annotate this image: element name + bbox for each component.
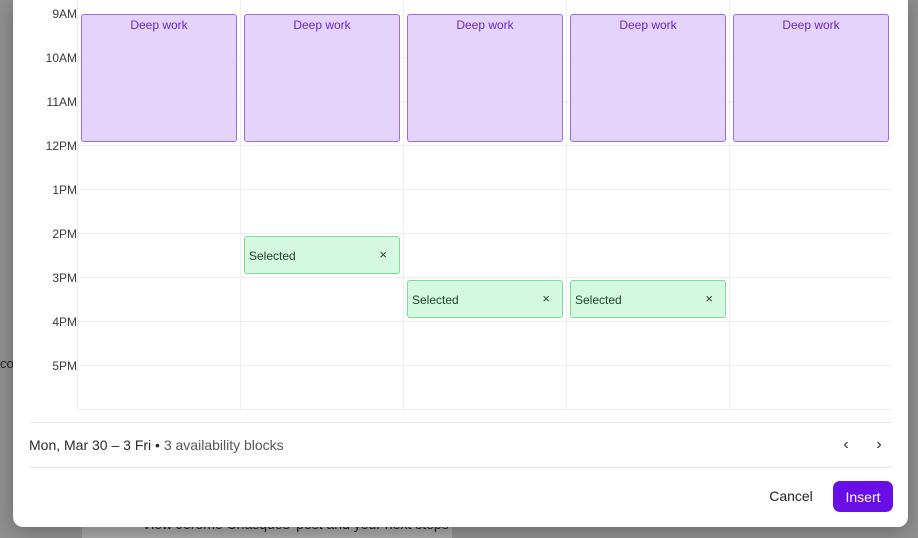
event-title: Deep work: [619, 18, 677, 32]
deep-work-event-tue[interactable]: Deep work: [244, 14, 400, 142]
event-title: Deep work: [456, 18, 514, 32]
selected-label: Selected: [249, 249, 296, 263]
close-icon[interactable]: ×: [542, 291, 550, 306]
deep-work-event-thu[interactable]: Deep work: [570, 14, 726, 142]
close-icon[interactable]: ×: [705, 291, 713, 306]
divider: [29, 422, 892, 423]
selected-block-thu[interactable]: Selected ×: [570, 280, 726, 318]
day-divider: [403, 0, 404, 409]
selected-block-wed[interactable]: Selected ×: [407, 280, 563, 318]
event-title: Deep work: [293, 18, 351, 32]
event-title: Deep work: [130, 18, 188, 32]
hour-gridline: [78, 321, 892, 322]
day-divider: [566, 0, 567, 409]
selected-block-tue[interactable]: Selected ×: [244, 236, 400, 274]
close-icon[interactable]: ×: [379, 247, 387, 262]
day-divider: [729, 0, 730, 409]
week-grid[interactable]: Deep work Deep work Deep work Deep work …: [77, 0, 892, 410]
time-label: 11AM: [46, 95, 77, 109]
time-label: 3PM: [52, 271, 77, 285]
time-column: 9AM 10AM 11AM 12PM 1PM 2PM 3PM 4PM 5PM: [13, 0, 77, 410]
selected-label: Selected: [412, 293, 459, 307]
divider: [29, 467, 892, 468]
time-label: 2PM: [52, 227, 77, 241]
hour-gridline: [78, 233, 892, 234]
hour-gridline: [78, 277, 892, 278]
availability-summary: Mon, Mar 30 – 3 Fri • 3 availability blo…: [29, 437, 284, 453]
time-label: 12PM: [45, 139, 77, 153]
time-label: 9AM: [52, 7, 77, 21]
time-label: 4PM: [52, 315, 77, 329]
cancel-button[interactable]: Cancel: [761, 482, 821, 510]
date-range: Mon, Mar 30 – 3 Fri: [29, 437, 152, 453]
day-divider: [240, 0, 241, 409]
time-label: 1PM: [52, 183, 77, 197]
deep-work-event-fri[interactable]: Deep work: [733, 14, 889, 142]
background-side-text: co: [0, 356, 14, 371]
hour-gridline: [78, 189, 892, 190]
selected-label: Selected: [575, 293, 622, 307]
hour-gridline: [78, 145, 892, 146]
time-label: 5PM: [52, 359, 77, 373]
chevron-left-icon[interactable]: ‹: [836, 434, 856, 456]
availability-modal: 9AM 10AM 11AM 12PM 1PM 2PM 3PM 4PM 5PM D…: [13, 0, 908, 527]
insert-button[interactable]: Insert: [833, 481, 893, 512]
block-count: 3 availability blocks: [163, 437, 284, 453]
chevron-right-icon[interactable]: ›: [869, 434, 889, 456]
separator-dot: •: [155, 437, 160, 453]
event-title: Deep work: [782, 18, 840, 32]
deep-work-event-wed[interactable]: Deep work: [407, 14, 563, 142]
deep-work-event-mon[interactable]: Deep work: [81, 14, 237, 142]
hour-gridline: [78, 365, 892, 366]
time-label: 10AM: [45, 51, 77, 65]
